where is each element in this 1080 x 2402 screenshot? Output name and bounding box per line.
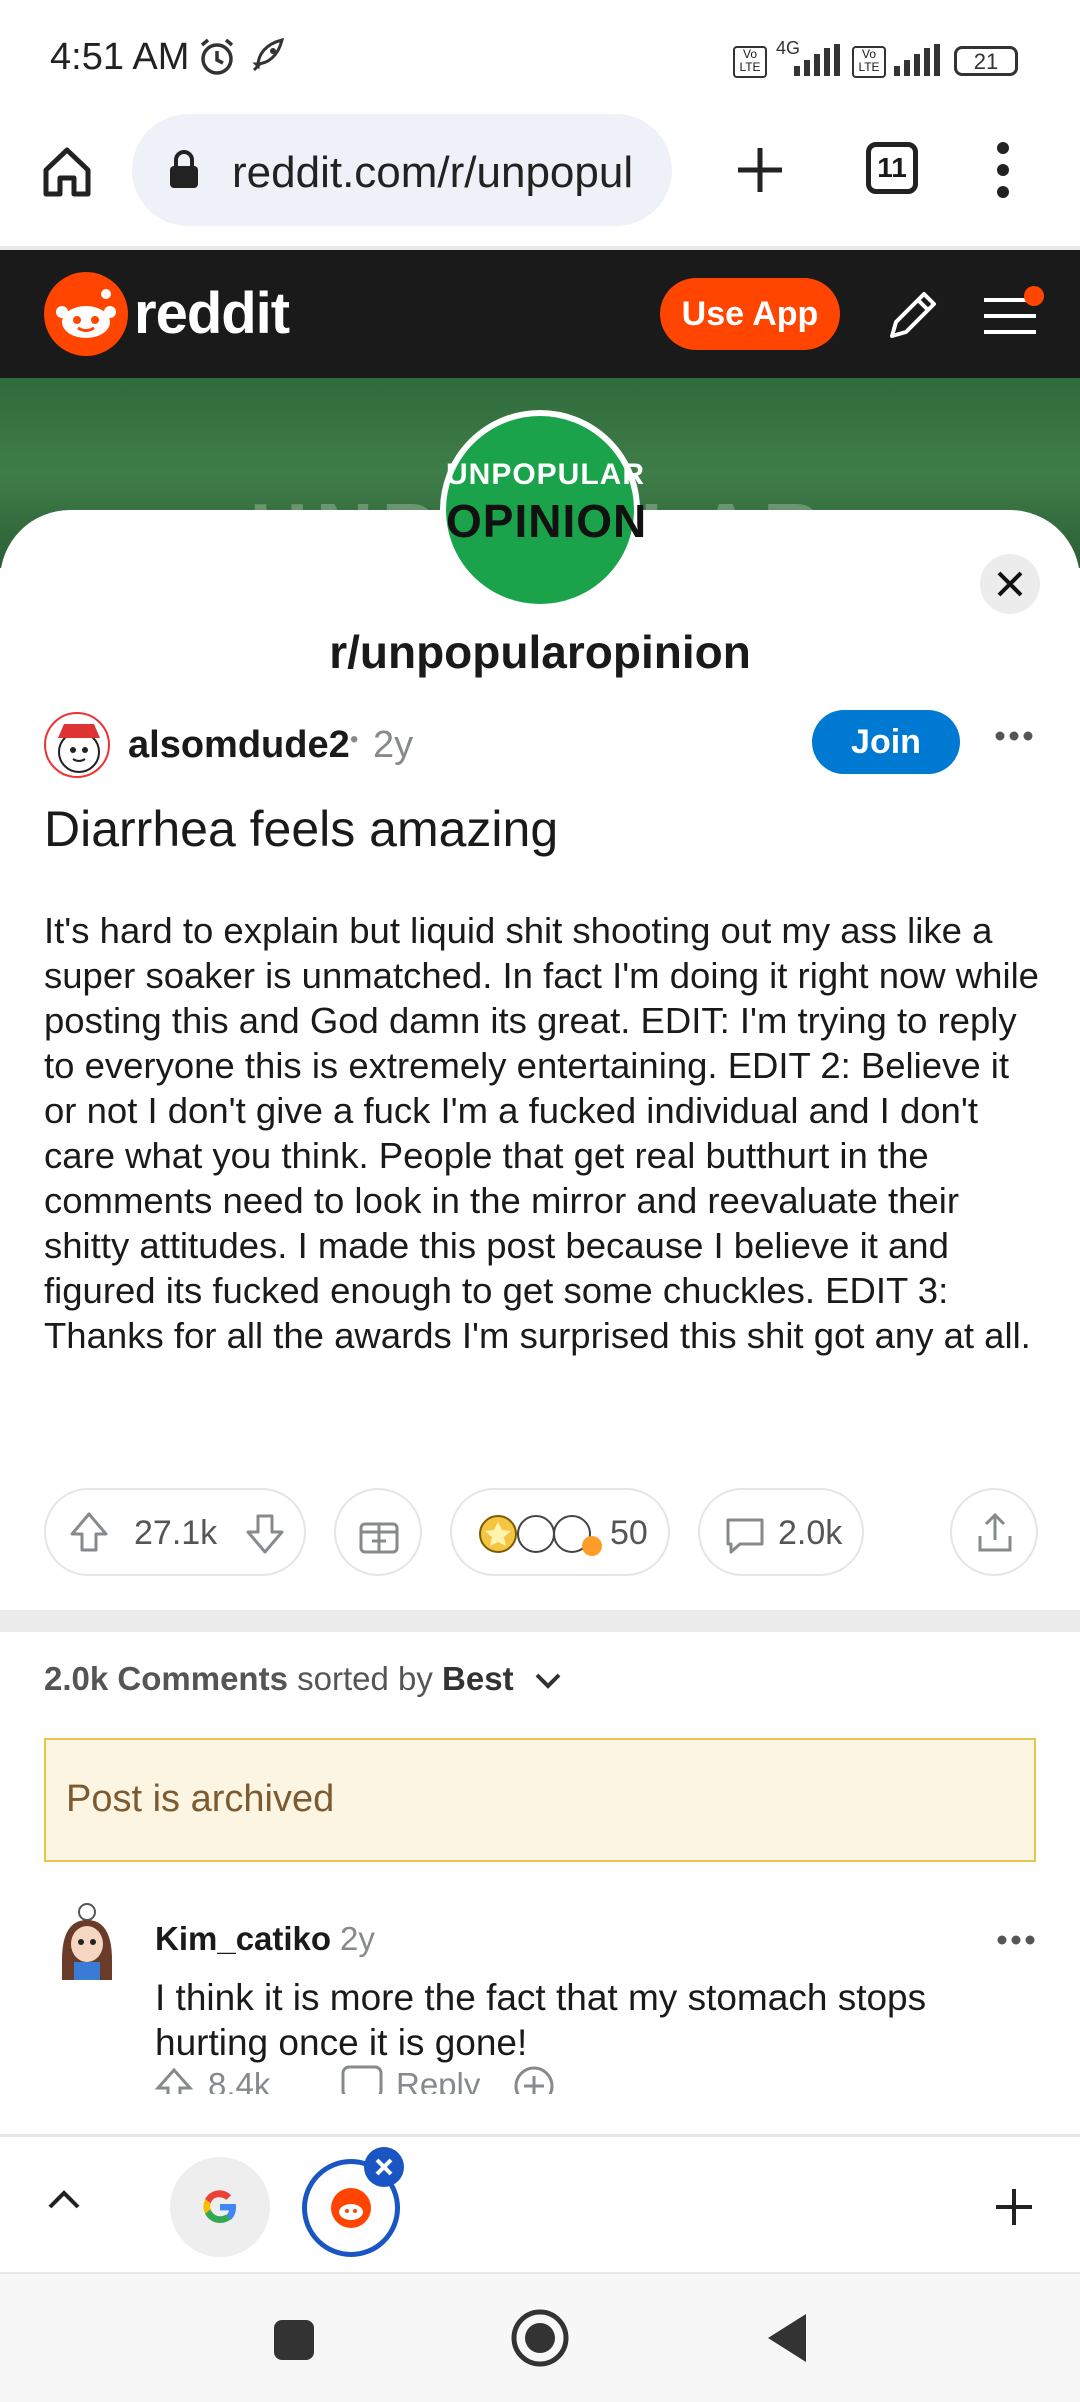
subreddit-avatar[interactable]: UNPOPULAR OPINION bbox=[440, 410, 648, 610]
upvote-icon[interactable] bbox=[66, 1510, 112, 1556]
tab-switcher-button[interactable]: 11 bbox=[866, 142, 918, 194]
close-button[interactable] bbox=[980, 554, 1040, 614]
tab-strip bbox=[0, 2134, 1080, 2270]
archived-notice: Post is archived bbox=[44, 1738, 1036, 1862]
awards-pill[interactable]: 50 bbox=[450, 1488, 670, 1576]
status-time: 4:51 AM bbox=[50, 36, 190, 78]
comments-pill[interactable]: 2.0k bbox=[698, 1488, 864, 1576]
award-button[interactable] bbox=[334, 1488, 422, 1576]
post-body: It's hard to explain but liquid shit sho… bbox=[44, 910, 1039, 1356]
use-app-button[interactable]: Use App bbox=[660, 278, 840, 350]
comment-upvote-icon[interactable] bbox=[154, 2066, 194, 2094]
close-tab-icon[interactable] bbox=[364, 2147, 404, 2187]
google-tab[interactable] bbox=[170, 2157, 270, 2257]
status-bar: 4:51 AM Vo LTE 4G Vo LTE 21 bbox=[0, 0, 1080, 110]
comment-text: I think it is more the fact that my stom… bbox=[155, 1977, 927, 2063]
comment-avatar[interactable] bbox=[52, 1900, 122, 1984]
chevron-down-icon bbox=[533, 1671, 563, 1691]
comment-actions: 8.4k Reply bbox=[150, 2060, 850, 2094]
signal-icon bbox=[790, 44, 844, 76]
post-age: 2y bbox=[373, 724, 414, 766]
sorted-by-label: sorted by bbox=[297, 1660, 433, 1697]
reddit-tab-icon bbox=[331, 2188, 371, 2228]
vote-count: 27.1k bbox=[134, 1514, 218, 1552]
battery-icon: 21 bbox=[954, 46, 1018, 76]
new-tab-icon[interactable] bbox=[734, 144, 786, 196]
comment-award-icon[interactable] bbox=[512, 2064, 556, 2094]
avatar-line-2: OPINION bbox=[446, 495, 648, 547]
lock-icon bbox=[168, 150, 200, 190]
subreddit-name[interactable]: r/unpopularopinion bbox=[0, 625, 1080, 679]
volte-icon-2: Vo LTE bbox=[852, 46, 886, 78]
browser-toolbar: reddit.com/r/unpopul 11 bbox=[0, 110, 1080, 250]
downvote-icon[interactable] bbox=[242, 1510, 288, 1556]
awards-count: 50 bbox=[610, 1514, 648, 1552]
home-nav-icon[interactable] bbox=[510, 2308, 570, 2368]
share-button[interactable] bbox=[950, 1488, 1038, 1576]
comment-age: 2y bbox=[340, 1920, 375, 1957]
sort-value[interactable]: Best bbox=[442, 1660, 514, 1697]
post-author[interactable]: alsomdude2 bbox=[128, 724, 350, 767]
menu-dots-icon[interactable] bbox=[990, 140, 1016, 200]
comments-sort-bar[interactable]: 2.0k Comments sorted by Best bbox=[44, 1660, 563, 1698]
google-icon bbox=[203, 2190, 236, 2224]
reply-icon[interactable] bbox=[340, 2064, 384, 2094]
gift-icon bbox=[356, 1510, 402, 1556]
pencil-icon[interactable] bbox=[884, 288, 940, 344]
url-bar[interactable]: reddit.com/r/unpopul bbox=[132, 114, 672, 226]
share-icon bbox=[972, 1510, 1018, 1556]
recents-icon[interactable] bbox=[272, 2318, 316, 2362]
awards-icons bbox=[476, 1508, 606, 1560]
comment-author[interactable]: Kim_catiko bbox=[155, 1920, 331, 1958]
home-icon[interactable] bbox=[38, 142, 96, 200]
hamburger-menu-icon[interactable] bbox=[980, 286, 1044, 342]
comments-count-label: 2.0k Comments bbox=[44, 1660, 288, 1697]
reddit-header: reddit Use App bbox=[0, 250, 1080, 378]
rocket-icon bbox=[248, 36, 288, 76]
volte-icon: Vo LTE bbox=[733, 46, 767, 78]
post-title[interactable]: Diarrhea feels amazing bbox=[44, 800, 558, 858]
vote-bar: 27.1k bbox=[44, 1488, 306, 1576]
user-avatar[interactable] bbox=[44, 712, 110, 778]
comments-count: 2.0k bbox=[778, 1514, 843, 1552]
close-icon bbox=[997, 571, 1023, 597]
comment-votes: 8.4k bbox=[208, 2066, 271, 2094]
post-options-icon[interactable] bbox=[994, 730, 1034, 742]
reddit-wordmark[interactable]: reddit bbox=[134, 280, 290, 347]
section-divider bbox=[0, 1610, 1080, 1632]
comment-icon bbox=[722, 1512, 768, 1558]
add-tab-icon[interactable] bbox=[994, 2187, 1034, 2227]
tab-count: 11 bbox=[877, 152, 907, 183]
meta-separator: • bbox=[350, 726, 359, 753]
alarm-icon bbox=[196, 36, 238, 78]
comment-options-icon[interactable] bbox=[996, 1934, 1036, 1946]
back-icon[interactable] bbox=[764, 2312, 810, 2364]
avatar-line-1: UNPOPULAR bbox=[446, 458, 646, 491]
reddit-logo-icon[interactable] bbox=[44, 272, 128, 356]
signal-icon-2 bbox=[890, 44, 944, 76]
chevron-up-icon[interactable] bbox=[46, 2187, 82, 2211]
archived-text: Post is archived bbox=[66, 1778, 335, 1820]
system-nav-bar bbox=[0, 2272, 1080, 2402]
join-button[interactable]: Join bbox=[812, 710, 960, 774]
reply-label[interactable]: Reply bbox=[396, 2066, 480, 2094]
url-text[interactable]: reddit.com/r/unpopul bbox=[232, 148, 662, 198]
